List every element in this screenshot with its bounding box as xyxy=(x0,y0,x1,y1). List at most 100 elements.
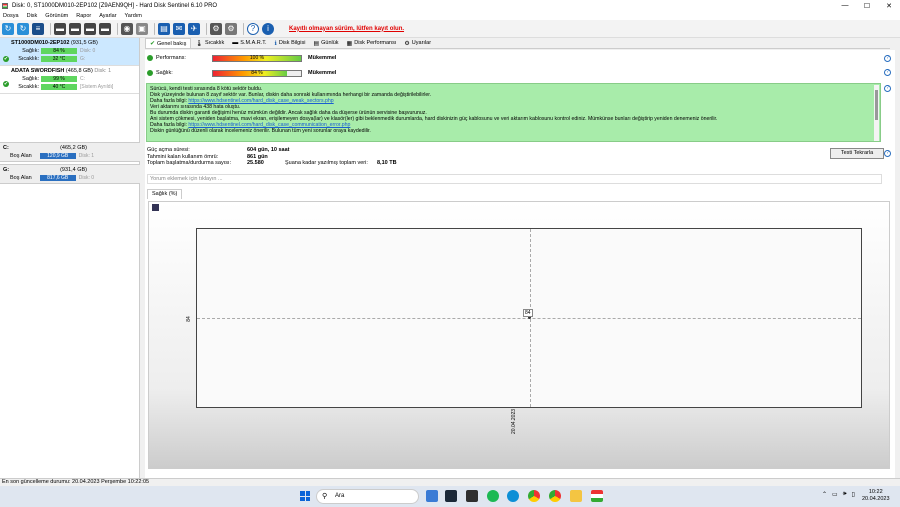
ok-icon xyxy=(147,70,153,76)
search-icon: ⚲ xyxy=(322,493,328,500)
help-icon[interactable]: ? xyxy=(247,22,259,35)
extended-test-icon[interactable]: ▬ xyxy=(99,22,111,35)
alerts-gear-icon: ⚙ xyxy=(404,40,410,47)
menu-help[interactable]: Yardım xyxy=(125,13,142,19)
disk-name: ADATA SWORDFISH xyxy=(11,68,65,74)
menu-view[interactable]: Görünüm xyxy=(45,13,68,19)
menu-file[interactable]: Dosya xyxy=(3,13,19,19)
email-icon[interactable]: ✉ xyxy=(173,22,185,35)
tab-smart[interactable]: ▬ S.M.A.R.T. xyxy=(228,38,270,48)
volume-icon[interactable]: 🕪 xyxy=(843,491,847,498)
report-icon[interactable]: ▤ xyxy=(158,22,170,35)
comment-input[interactable]: Yorum eklemek için tıklayın ... xyxy=(147,174,882,184)
menu-report[interactable]: Rapor xyxy=(76,13,91,19)
tab-performance[interactable]: ▦ Disk Performansı xyxy=(343,38,401,48)
performance-bar: 100 % xyxy=(212,54,302,62)
health-description: Sürücü, kendi testi sırasında 8 kötü sek… xyxy=(146,83,881,142)
log-icon: ▤ xyxy=(313,40,320,47)
thermometer-icon: 🌡 xyxy=(195,40,204,47)
health-value: 84 % xyxy=(41,48,77,54)
tab-disk-info[interactable]: ℹ Disk Bilgisi xyxy=(271,38,310,48)
hdsentinel-icon[interactable] xyxy=(591,490,603,502)
ok-icon xyxy=(147,55,153,61)
plot-area: 84 xyxy=(196,228,862,408)
send-report-icon[interactable]: ✈ xyxy=(188,22,200,35)
health-value: 99 % xyxy=(41,76,77,82)
taskbar-search[interactable]: ⚲ Ara xyxy=(316,489,419,504)
y-tick-label: 84 xyxy=(185,316,192,322)
disk-stats: Güç açma süresi: 604 gün, 10 saat Tahmini… xyxy=(147,147,397,167)
spotify-icon[interactable] xyxy=(487,490,499,502)
short-test-icon[interactable]: ▬ xyxy=(84,22,96,35)
retest-button[interactable]: Testi Tekrarla xyxy=(830,148,884,159)
data-label: 84 xyxy=(523,309,533,317)
disk-item-0[interactable]: ST1000DM010-2EP102 (931,5 GB) ✔ Sağlık: 8… xyxy=(0,38,139,66)
tab-health-graph[interactable]: Sağlık (%) xyxy=(147,189,183,199)
maximize-button[interactable]: ☐ xyxy=(856,2,878,10)
unregistered-link[interactable]: Kayıtlı olmayan sürüm, lütfen kayıt olun… xyxy=(289,26,404,32)
tab-temperature[interactable]: 🌡 Sıcaklık xyxy=(191,38,228,48)
status-ok-icon: ✔ xyxy=(3,81,9,87)
free-space-bar: 817,6 GB xyxy=(39,175,76,181)
refresh-icon[interactable]: ↻ xyxy=(2,22,14,35)
terminal-icon[interactable] xyxy=(466,490,478,502)
help-icon[interactable]: ? xyxy=(884,55,891,62)
temp-value: 40 °C xyxy=(41,84,77,90)
tab-alerts[interactable]: ⚙ Uyarılar xyxy=(400,38,435,48)
info-icon: ℹ xyxy=(274,40,277,47)
title-bar: Disk: 0, ST1000DM010-2EP102 [Z9AEN9QH] -… xyxy=(0,0,900,11)
disk-name: ST1000DM010-2EP102 xyxy=(11,40,70,46)
check-icon: ✔ xyxy=(150,41,156,47)
disk-item-1[interactable]: ADATA SWORDFISH (465,8 GB) Disk: 1 ✔ Sağ… xyxy=(0,66,139,94)
mail-icon[interactable] xyxy=(426,490,438,502)
chevron-up-icon[interactable]: ⌃ xyxy=(822,491,827,498)
overview-content: Performans: 100 % Mükemmel ? Sağlık: 84 … xyxy=(145,50,895,478)
tab-log[interactable]: ▤ Günlük xyxy=(309,38,342,48)
taskbar: ⚲ Ara ⌃ ▭ 🕪 ▯ 10:22 20.04.2023 xyxy=(0,486,900,507)
disk-test-icon[interactable]: ▬ xyxy=(54,22,66,35)
save-icon[interactable] xyxy=(152,204,159,211)
performance-row: Performans: 100 % Mükemmel xyxy=(147,53,336,63)
battery-icon[interactable]: ▯ xyxy=(851,491,854,498)
tab-overview[interactable]: ✔ Genel bakış xyxy=(145,38,192,48)
disk-list-panel: ST1000DM010-2EP102 (931,5 GB) ✔ Sağlık: 8… xyxy=(0,38,140,478)
edge-icon[interactable] xyxy=(507,490,519,502)
network-icon[interactable]: ▭ xyxy=(832,491,838,498)
disk-list-icon[interactable]: ≡ xyxy=(32,22,44,35)
info-disk-icon[interactable]: ▣ xyxy=(136,22,148,35)
window-controls: — ☐ ✕ xyxy=(834,2,900,10)
chrome-icon[interactable] xyxy=(528,490,540,502)
windows-start-icon[interactable] xyxy=(300,491,310,501)
menu-disk[interactable]: Disk xyxy=(27,13,38,19)
menu-settings[interactable]: Ayarlar xyxy=(99,13,116,19)
gear-icon[interactable]: ⚙ xyxy=(210,22,222,35)
partition-c[interactable]: C: (465,2 GB) Boş Alan 120,9 GB Disk: 1 xyxy=(0,142,140,162)
main-tabs: ✔ Genel bakış 🌡 Sıcaklık ▬ S.M.A.R.T. ℹ Disk… xyxy=(145,38,890,49)
info-scrollbar[interactable] xyxy=(874,85,879,141)
surface-test-icon[interactable]: ▬ xyxy=(69,22,81,35)
help-icon[interactable]: ? xyxy=(884,85,891,92)
status-bar: En son güncelleme durumu: 20.04.2023 Per… xyxy=(0,478,900,486)
help-icon[interactable]: ? xyxy=(884,150,891,157)
toolbar: ↻ ↻ ≡ ▬ ▬ ▬ ▬ ◉ ▣ ▤ ✉ ✈ ⚙ ⚙ ? i Kayıtlı … xyxy=(0,20,900,38)
temp-value: 32 °C xyxy=(41,56,77,62)
help-icon[interactable]: ? xyxy=(884,69,891,76)
health-graph: 84 84 20.04.2023 xyxy=(148,201,890,469)
app-icon xyxy=(2,2,8,9)
about-icon[interactable]: i xyxy=(262,22,274,35)
health-bar: 84 % xyxy=(212,69,302,77)
system-tray: ⌃ ▭ 🕪 ▯ xyxy=(822,491,855,498)
refresh-all-icon[interactable]: ↻ xyxy=(17,22,29,35)
taskbar-clock[interactable]: 10:22 20.04.2023 xyxy=(862,489,890,503)
partition-g[interactable]: G: (931,4 GB) Boş Alan 817,6 GB Disk: 0 xyxy=(0,164,140,184)
alerts-icon[interactable]: ⚙ xyxy=(225,22,237,35)
steam-icon[interactable] xyxy=(445,490,457,502)
chrome-icon[interactable] xyxy=(549,490,561,502)
acoustic-icon[interactable]: ◉ xyxy=(121,22,133,35)
x-tick-label: 20.04.2023 xyxy=(511,408,517,434)
minimize-button[interactable]: — xyxy=(834,2,856,10)
file-explorer-icon[interactable] xyxy=(570,490,582,502)
close-button[interactable]: ✕ xyxy=(878,2,900,10)
menu-bar: Dosya Disk Görünüm Rapor Ayarlar Yardım xyxy=(0,11,900,20)
health-row: Sağlık: 84 % Mükemmel xyxy=(147,68,336,78)
